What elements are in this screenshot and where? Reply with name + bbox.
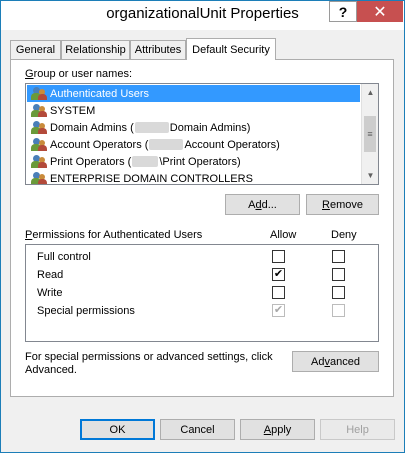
list-item-label-suffix: Domain Admins) — [169, 121, 251, 134]
remove-button[interactable]: Remove — [306, 194, 379, 215]
user-group-icon — [31, 171, 47, 184]
user-group-icon — [31, 120, 47, 135]
cancel-button[interactable]: Cancel — [160, 419, 235, 440]
list-item-label: Print Operators ( — [50, 155, 132, 168]
tab-label: Default Security — [192, 43, 270, 56]
btn-text: Ad — [311, 355, 325, 368]
ok-button[interactable]: OK — [80, 419, 155, 440]
btn-text: OK — [109, 423, 126, 436]
list-item-label: Domain Admins ( — [50, 121, 134, 134]
list-item-domain-admins[interactable]: Domain Admins ( Domain Admins) — [27, 119, 360, 136]
special-permissions-deny-checkbox — [332, 304, 345, 317]
help-button: Help — [320, 419, 395, 440]
access-key: A — [263, 423, 272, 436]
full-control-allow-checkbox[interactable] — [272, 250, 285, 263]
scroll-thumb[interactable]: ≡ — [364, 116, 376, 152]
perm-name-write: Write — [37, 287, 63, 299]
tab-label: General — [15, 44, 56, 56]
list-item-enterprise-domain-controllers[interactable]: ENTERPRISE DOMAIN CONTROLLERS — [27, 170, 360, 185]
btn-text: pply — [271, 423, 292, 436]
add-button[interactable]: Ad d... — [225, 194, 300, 215]
user-group-icon — [31, 154, 47, 169]
list-item-label: SYSTEM — [50, 104, 96, 117]
user-group-icon — [31, 103, 47, 118]
access-key: R — [322, 198, 330, 211]
list-item-label-suffix: Account Operators) — [184, 138, 280, 151]
tab-attributes[interactable]: Attributes — [130, 40, 186, 59]
list-item-authenticated-users[interactable]: Authenticated Users — [27, 85, 360, 102]
user-group-icon — [31, 86, 47, 101]
user-group-icon — [31, 137, 47, 152]
btn-text: Cancel — [180, 423, 215, 436]
tab-general[interactable]: General — [10, 40, 61, 59]
advanced-note-line: Advanced. — [25, 364, 77, 376]
permissions-label: Permissions for Authenticated Users — [25, 229, 202, 241]
label-rest: roup or user names: — [33, 68, 132, 80]
list-item-label: Authenticated Users — [50, 87, 150, 100]
title-bar[interactable]: organizationalUnit Properties ? ✕ — [1, 1, 404, 30]
advanced-button[interactable]: Ad v anced — [292, 351, 379, 372]
btn-text: A — [248, 198, 256, 211]
advanced-note: For special permissions or advanced sett… — [25, 351, 273, 377]
group-user-names-label: Group or user names: — [25, 68, 132, 80]
full-control-deny-checkbox[interactable] — [332, 250, 345, 263]
access-key: G — [25, 68, 34, 80]
btn-text: emove — [329, 198, 363, 211]
advanced-note-line: For special permissions or advanced sett… — [25, 351, 273, 363]
btn-text: d... — [261, 198, 277, 211]
scroll-up-icon[interactable]: ▲ — [362, 84, 378, 101]
perm-name-special-permissions: Special permissions — [37, 305, 135, 317]
btn-text: Help — [346, 423, 369, 436]
redacted-domain — [132, 156, 159, 167]
list-item-print-operators[interactable]: Print Operators ( \Print Operators) — [27, 153, 360, 170]
read-deny-checkbox[interactable] — [332, 268, 345, 281]
list-item-label: ENTERPRISE DOMAIN CONTROLLERS — [50, 172, 253, 185]
deny-column-header: Deny — [331, 229, 357, 241]
redacted-domain — [134, 122, 169, 133]
tab-label: Attributes — [134, 44, 182, 56]
write-allow-checkbox[interactable] — [272, 286, 285, 299]
tab-label: Relationship — [65, 44, 126, 56]
close-button[interactable]: ✕ — [357, 1, 403, 22]
help-title-button[interactable]: ? — [329, 1, 357, 22]
tab-relationship[interactable]: Relationship — [61, 40, 130, 59]
list-scrollbar[interactable]: ▲ ≡ ▼ — [361, 84, 378, 184]
permissions-list: Full control Read ✔ Write Special permis… — [25, 244, 379, 342]
special-permissions-allow-checkbox: ✔ — [272, 304, 285, 317]
question-icon: ? — [338, 3, 348, 20]
list-item-label-suffix: \Print Operators) — [159, 155, 241, 168]
properties-dialog: organizationalUnit Properties ? ✕ Genera… — [0, 0, 405, 453]
btn-text: anced — [329, 355, 360, 368]
list-item-label: Account Operators ( — [50, 138, 149, 151]
group-user-list[interactable]: Authenticated Users SYSTEM Domain Admins… — [25, 83, 379, 185]
close-icon: ✕ — [373, 3, 387, 21]
perm-name-read: Read — [37, 269, 64, 281]
apply-button[interactable]: Apply — [240, 419, 315, 440]
perm-name-full-control: Full control — [37, 251, 91, 263]
default-security-panel: Group or user names: Authenticated Users… — [10, 59, 394, 397]
label-rest: ermissions for Authenticated Users — [32, 229, 203, 241]
list-item-system[interactable]: SYSTEM — [27, 102, 360, 119]
list-item-account-operators[interactable]: Account Operators ( Account Operators) — [27, 136, 360, 153]
read-allow-checkbox[interactable]: ✔ — [272, 268, 285, 281]
scroll-down-icon[interactable]: ▼ — [362, 167, 378, 184]
tab-default-security[interactable]: Default Security — [186, 38, 276, 60]
redacted-domain — [149, 139, 184, 150]
allow-column-header: Allow — [270, 229, 297, 241]
write-deny-checkbox[interactable] — [332, 286, 345, 299]
